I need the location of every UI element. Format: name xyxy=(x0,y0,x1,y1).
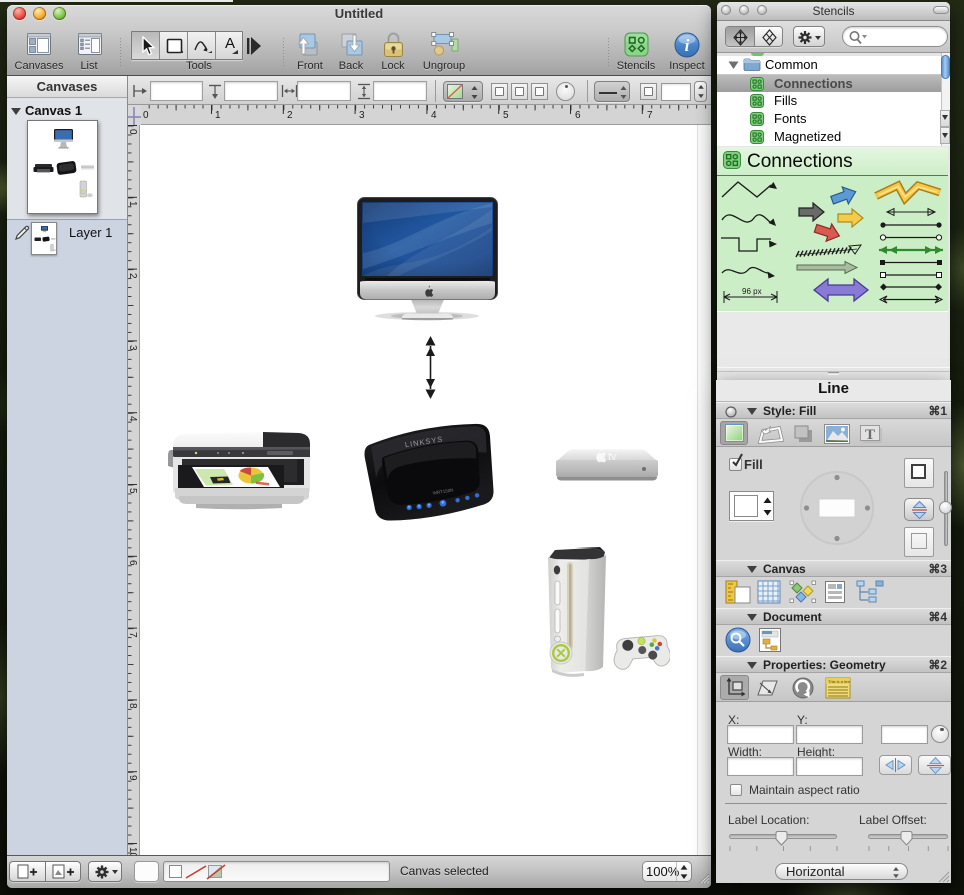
svg-text:4: 4 xyxy=(431,110,437,121)
svg-text:96 px: 96 px xyxy=(742,287,762,296)
svg-text:2: 2 xyxy=(128,273,138,279)
svg-text:3: 3 xyxy=(128,345,138,351)
svg-text:7: 7 xyxy=(647,110,653,121)
svg-text:T: T xyxy=(865,427,875,443)
svg-text:This is a text: This is a text xyxy=(828,679,851,684)
svg-text:5: 5 xyxy=(503,110,509,121)
svg-text:6: 6 xyxy=(575,110,581,121)
svg-text:4: 4 xyxy=(128,416,138,422)
svg-text:2: 2 xyxy=(287,110,293,121)
svg-text:i: i xyxy=(685,36,690,55)
svg-text:0: 0 xyxy=(128,129,138,135)
svg-text:tv: tv xyxy=(608,451,617,463)
svg-text:1: 1 xyxy=(128,201,138,207)
svg-text:9: 9 xyxy=(128,775,138,781)
svg-text:1: 1 xyxy=(215,110,221,121)
svg-text:10: 10 xyxy=(128,847,138,855)
svg-text:0: 0 xyxy=(143,110,149,121)
svg-text:7: 7 xyxy=(128,632,138,638)
svg-text:8: 8 xyxy=(128,703,138,709)
svg-text:3: 3 xyxy=(359,110,365,121)
svg-text:5: 5 xyxy=(128,488,138,494)
svg-text:6: 6 xyxy=(128,560,138,566)
